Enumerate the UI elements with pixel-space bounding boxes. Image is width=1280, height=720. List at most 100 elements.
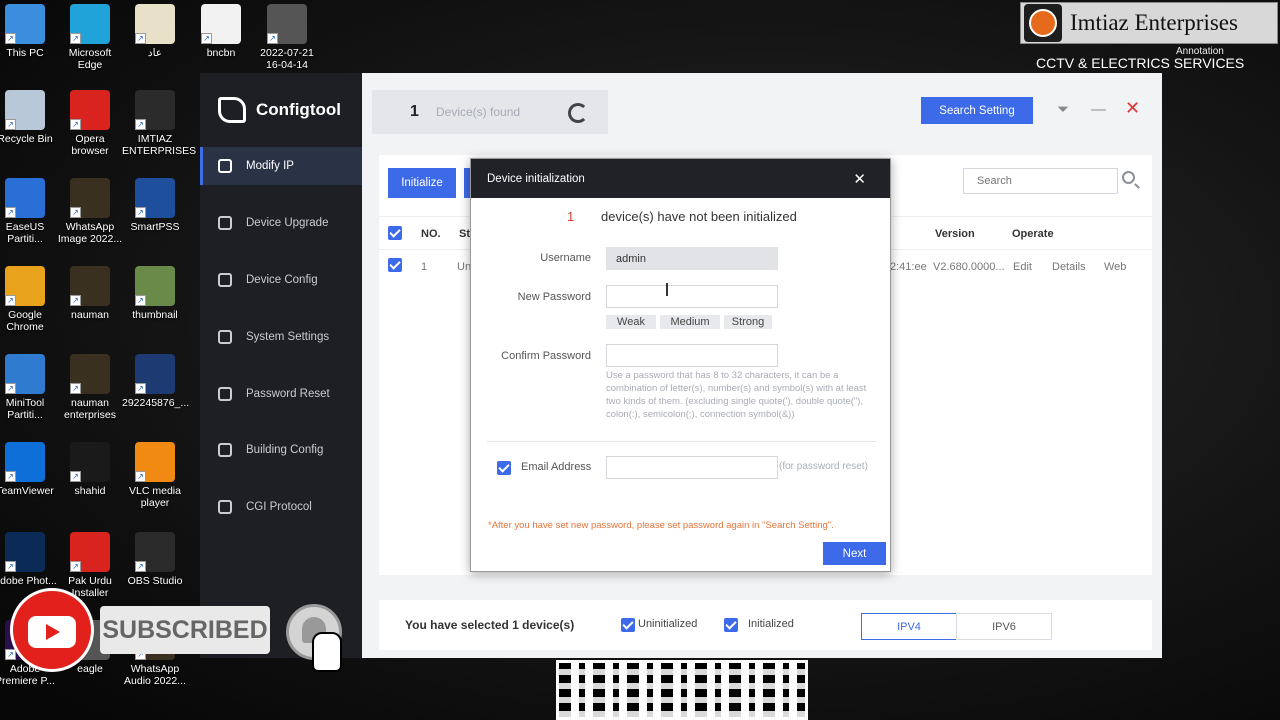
shortcut-arrow-icon: ↗ bbox=[135, 33, 146, 44]
uninitialized-label: Uninitialized bbox=[638, 618, 698, 630]
details-link[interactable]: Details bbox=[1052, 261, 1086, 273]
desktop-icon-label: WhatsApp Audio 2022... bbox=[124, 663, 186, 687]
sidebar-item[interactable]: Modify IP bbox=[200, 147, 362, 185]
row-checkbox[interactable] bbox=[388, 258, 402, 272]
next-button[interactable]: Next bbox=[823, 542, 886, 565]
app-icon: ↗ bbox=[5, 266, 45, 306]
desktop-icon[interactable]: ↗ MiniTool Partiti... bbox=[0, 354, 58, 421]
uninitialized-checkbox[interactable] bbox=[621, 618, 635, 632]
shortcut-arrow-icon: ↗ bbox=[70, 33, 81, 44]
new-password-label: New Password bbox=[517, 291, 591, 303]
shortcut-arrow-icon: ↗ bbox=[70, 295, 81, 306]
device-config-icon bbox=[218, 273, 232, 287]
row-time: 2:41:ee bbox=[890, 261, 927, 273]
ipv6-tab[interactable]: IPV6 bbox=[956, 613, 1052, 640]
selection-footer: You have selected 1 device(s) Uninitiali… bbox=[379, 600, 1152, 650]
search-icon[interactable] bbox=[1122, 171, 1135, 184]
row-status: Un bbox=[457, 261, 472, 273]
desktop-icon-label: nauman enterprises bbox=[64, 397, 116, 421]
desktop-icon[interactable]: ↗ عاد bbox=[122, 4, 188, 59]
uninitialized-count: 1 bbox=[567, 209, 575, 224]
desktop-icon[interactable]: ↗ Microsoft Edge bbox=[57, 4, 123, 71]
strength-strong: Strong bbox=[724, 315, 772, 329]
sidebar-item[interactable]: Building Config bbox=[200, 431, 362, 469]
desktop-icon[interactable]: ↗ Opera browser bbox=[57, 90, 123, 157]
edit-link[interactable]: Edit bbox=[1013, 261, 1032, 273]
search-setting-button[interactable]: Search Setting bbox=[921, 97, 1033, 124]
desktop-icon-label: OBS Studio bbox=[127, 575, 183, 587]
sidebar-item[interactable]: System Settings bbox=[200, 318, 362, 356]
confirm-password-field[interactable] bbox=[606, 344, 778, 367]
desktop-icon[interactable]: ↗ shahid bbox=[57, 442, 123, 497]
desktop-icon[interactable]: ↗ This PC bbox=[0, 4, 58, 59]
brand-subtitle: CCTV & ELECTRICS SERVICES bbox=[1036, 55, 1245, 71]
username-field bbox=[606, 247, 778, 270]
app-logo: Configtool bbox=[218, 97, 341, 123]
app-icon: ↗ bbox=[5, 178, 45, 218]
app-icon: ↗ bbox=[70, 90, 110, 130]
selected-count-text: You have selected 1 device(s) bbox=[405, 618, 575, 632]
refresh-icon[interactable] bbox=[568, 103, 588, 123]
desktop-icon-label: This PC bbox=[6, 47, 44, 59]
sidebar-item[interactable]: Password Reset bbox=[200, 375, 362, 413]
desktop-icon-label: WhatsApp Image 2022... bbox=[57, 221, 123, 245]
desktop-icon[interactable]: ↗ Recycle Bin bbox=[0, 90, 58, 145]
desktop-icon[interactable]: ↗ 292245876_... bbox=[122, 354, 189, 409]
desktop-icon[interactable]: ↗ nauman enterprises bbox=[57, 354, 123, 421]
app-icon: ↗ bbox=[70, 354, 110, 394]
desktop-icon-label: Google Chrome bbox=[6, 309, 44, 333]
desktop-icon[interactable]: ↗ 2022-07-21 16-04-14 bbox=[254, 4, 320, 71]
desktop-icon[interactable]: ↗ Adobe Phot... bbox=[0, 532, 58, 587]
app-icon: ↗ bbox=[5, 90, 45, 130]
desktop-icon[interactable]: ↗ Pak Urdu Installer bbox=[57, 532, 123, 599]
dialog-close-icon[interactable]: ✕ bbox=[853, 170, 866, 188]
desktop-icon[interactable]: ↗ OBS Studio bbox=[122, 532, 188, 587]
search-input[interactable] bbox=[963, 168, 1118, 194]
desktop-icon[interactable]: ↗ nauman bbox=[57, 266, 123, 321]
minimize-icon[interactable]: — bbox=[1091, 101, 1106, 118]
close-icon[interactable]: ✕ bbox=[1125, 98, 1140, 119]
search-setting-warning: *After you have set new password, please… bbox=[488, 520, 834, 531]
shortcut-arrow-icon: ↗ bbox=[70, 561, 81, 572]
sidebar-item[interactable]: Device Config bbox=[200, 261, 362, 299]
qr-code bbox=[556, 660, 808, 720]
initialized-checkbox[interactable] bbox=[724, 618, 738, 632]
sidebar-item[interactable]: Device Upgrade bbox=[200, 204, 362, 242]
shortcut-arrow-icon: ↗ bbox=[201, 33, 212, 44]
password-reset-icon bbox=[218, 387, 232, 401]
sidebar-item[interactable]: CGI Protocol bbox=[200, 488, 362, 526]
desktop-icon[interactable]: ↗ bncbn bbox=[188, 4, 254, 59]
desktop-icon[interactable]: ↗ TeamViewer bbox=[0, 442, 58, 497]
shortcut-arrow-icon: ↗ bbox=[135, 119, 146, 130]
desktop-icon-label: nauman bbox=[71, 309, 109, 321]
username-label: Username bbox=[540, 252, 591, 264]
desktop-icon[interactable]: ↗ SmartPSS bbox=[122, 178, 188, 233]
pointer-hand-icon bbox=[312, 632, 342, 672]
building-config-icon bbox=[218, 443, 232, 457]
desktop-icon-label: thumbnail bbox=[132, 309, 178, 321]
desktop-icon-label: Adobe Phot... bbox=[0, 575, 57, 587]
web-link[interactable]: Web bbox=[1104, 261, 1126, 273]
desktop-icon[interactable]: ↗ IMTIAZ ENTERPRISES bbox=[122, 90, 196, 157]
app-icon: ↗ bbox=[135, 442, 175, 482]
sidebar-item-label: Building Config bbox=[246, 444, 324, 456]
desktop-icon[interactable]: ↗ WhatsApp Image 2022... bbox=[57, 178, 123, 245]
text-cursor-icon bbox=[666, 283, 668, 296]
sidebar-item-label: Password Reset bbox=[246, 388, 330, 400]
select-all-checkbox[interactable] bbox=[388, 226, 402, 240]
shortcut-arrow-icon: ↗ bbox=[135, 383, 146, 394]
desktop-icon[interactable]: ↗ thumbnail bbox=[122, 266, 188, 321]
subscribed-badge: SUBSCRIBED bbox=[100, 606, 270, 654]
col-operate: Operate bbox=[1012, 228, 1054, 240]
ipv4-tab[interactable]: IPV4 bbox=[861, 613, 957, 640]
email-checkbox[interactable] bbox=[497, 461, 511, 475]
desktop-icon[interactable]: ↗ VLC media player bbox=[122, 442, 188, 509]
initialize-button[interactable]: Initialize bbox=[388, 168, 456, 198]
menu-dropdown-icon[interactable]: ⏷ bbox=[1057, 101, 1069, 118]
app-icon: ↗ bbox=[5, 532, 45, 572]
confirm-password-label: Confirm Password bbox=[501, 350, 591, 362]
new-password-field[interactable] bbox=[606, 285, 778, 308]
desktop-icon[interactable]: ↗ Google Chrome bbox=[0, 266, 58, 333]
desktop-icon[interactable]: ↗ EaseUS Partiti... bbox=[0, 178, 58, 245]
email-field[interactable] bbox=[606, 456, 778, 479]
